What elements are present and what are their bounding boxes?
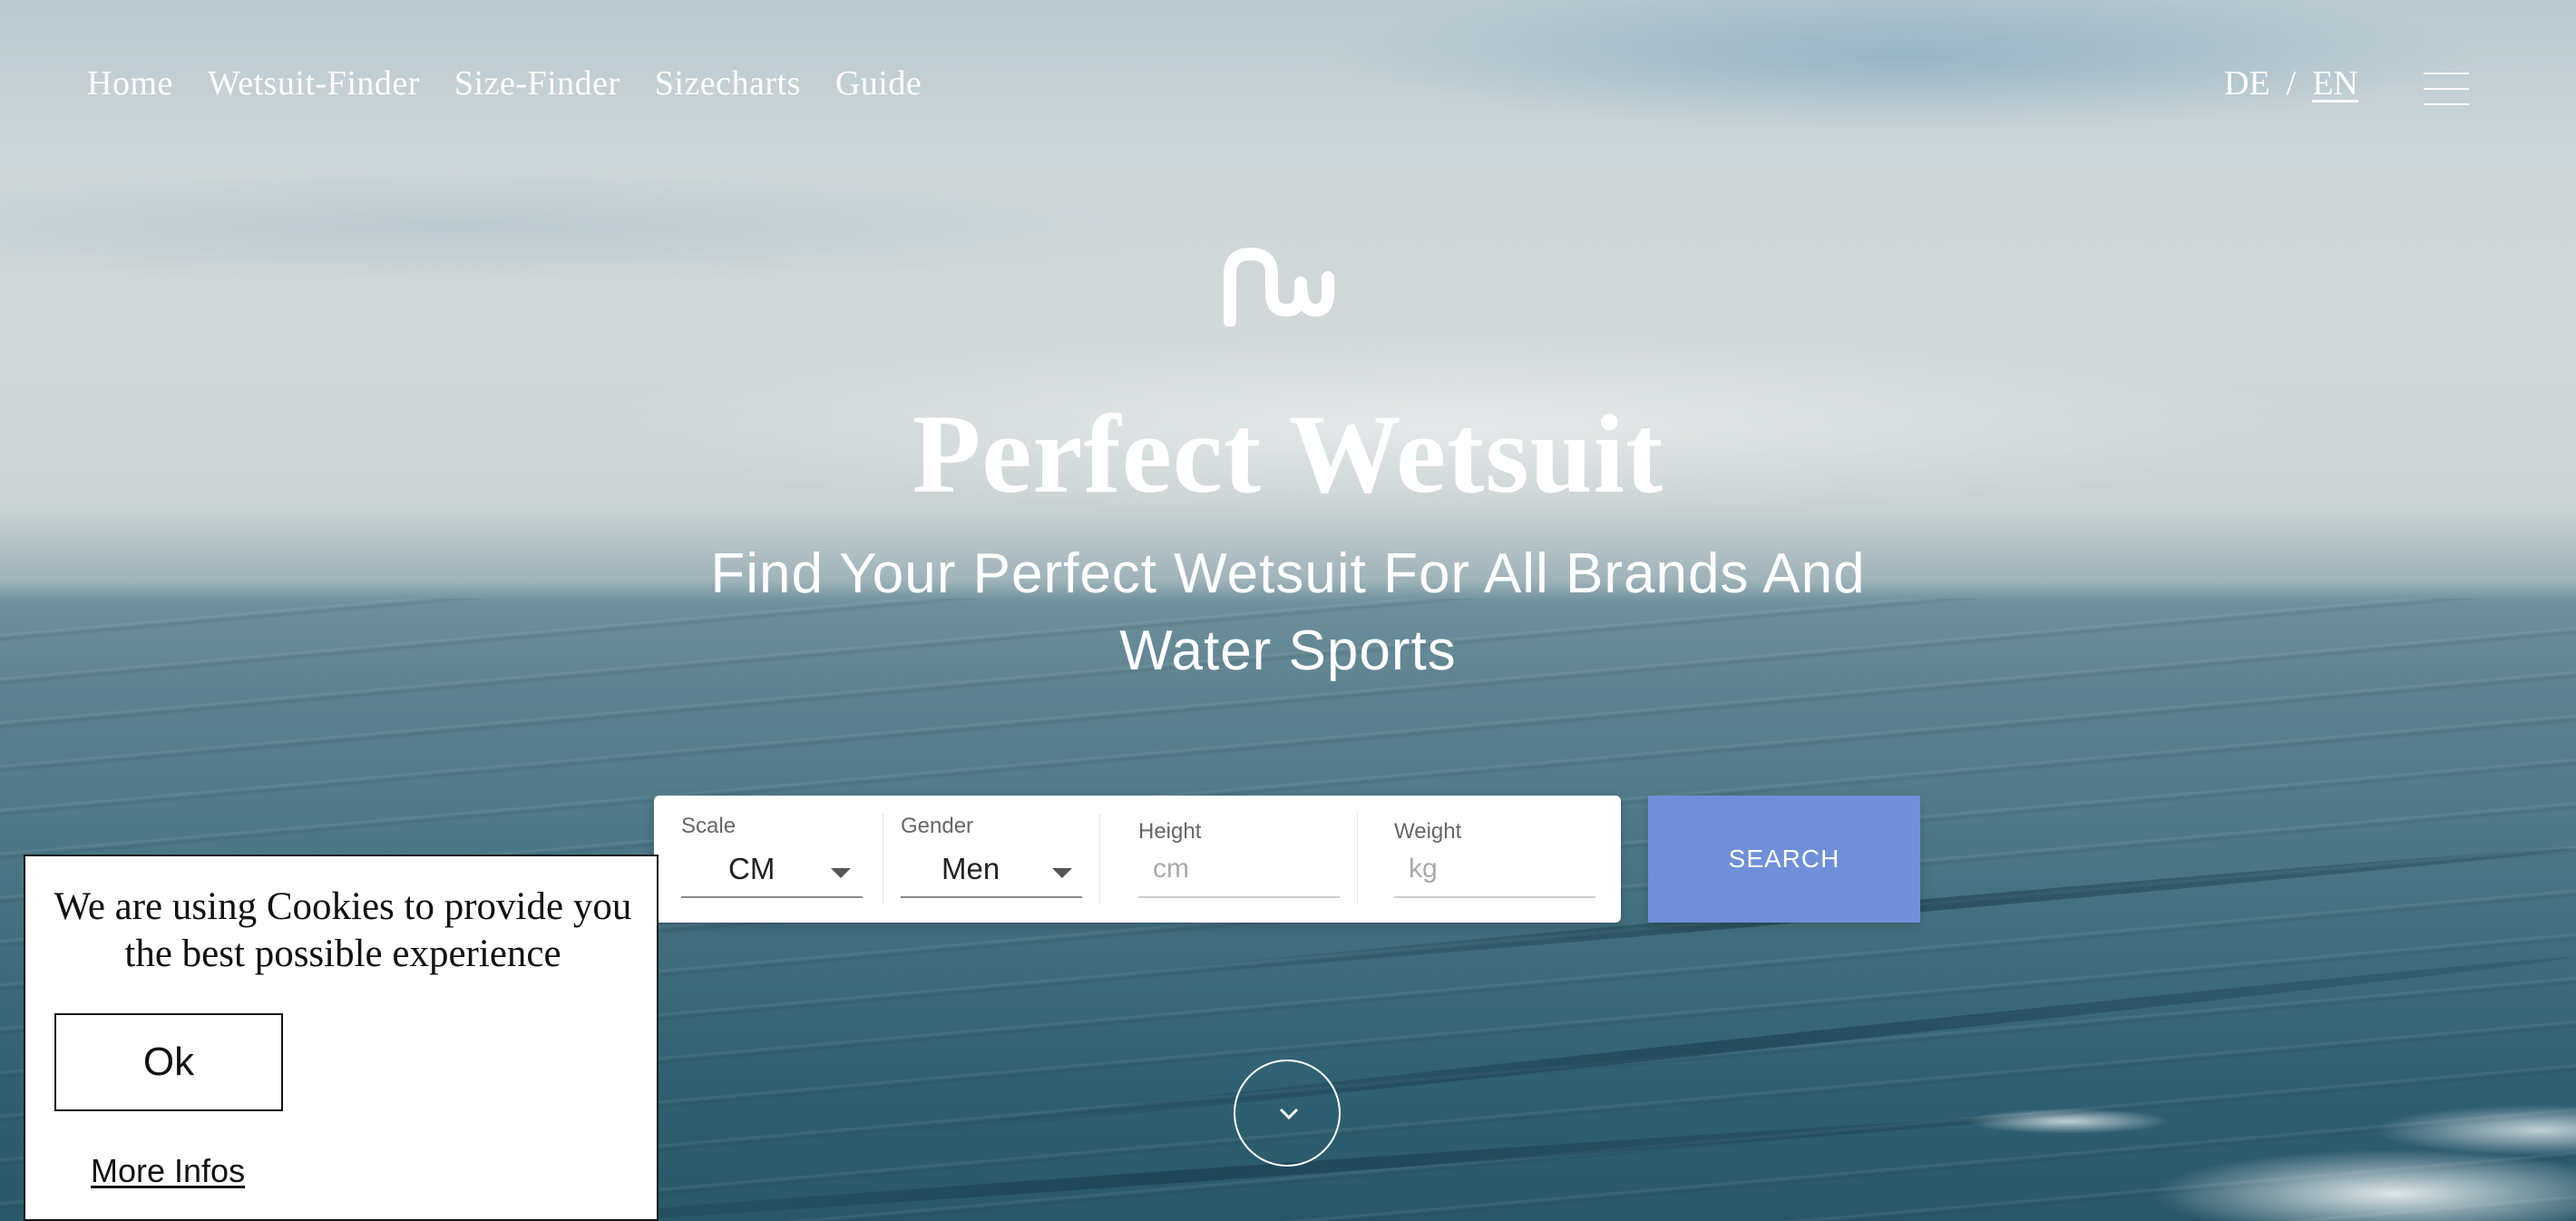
nav-size-finder[interactable]: Size-Finder xyxy=(454,63,620,103)
chevron-down-icon xyxy=(1052,868,1072,878)
wetsuit-search-form: Scale CM Gender Men Height cm Weight kg xyxy=(654,796,1621,923)
chevron-down-icon xyxy=(831,868,851,878)
cookie-banner: We are using Cookies to provide you the … xyxy=(24,855,659,1221)
scale-value: CM xyxy=(728,852,776,885)
divider xyxy=(1357,814,1358,904)
divider xyxy=(1099,814,1100,904)
page-subtitle: Find Your Perfect Wetsuit For All Brands… xyxy=(710,542,1866,682)
weight-input[interactable]: Weight kg xyxy=(1394,796,1595,923)
scale-select[interactable]: Scale CM xyxy=(681,796,863,923)
height-label: Height xyxy=(1138,819,1202,844)
wave-foam xyxy=(1887,1076,2576,1221)
gender-underline xyxy=(901,896,1082,898)
nw-logo xyxy=(1224,248,1334,327)
nav-guide[interactable]: Guide xyxy=(835,63,922,103)
search-button[interactable]: SEARCH xyxy=(1648,796,1920,923)
height-placeholder: cm xyxy=(1153,854,1189,884)
weight-placeholder: kg xyxy=(1409,854,1438,884)
main-nav: Home Wetsuit-Finder Size-Finder Sizechar… xyxy=(87,63,922,103)
language-switcher: DE / EN xyxy=(2224,63,2358,103)
gender-value: Men xyxy=(942,852,1000,885)
chevron-down-icon xyxy=(1279,1108,1299,1120)
language-de[interactable]: DE xyxy=(2224,63,2270,103)
language-en[interactable]: EN xyxy=(2312,63,2358,103)
cookie-more-infos-link[interactable]: More Infos xyxy=(91,1152,245,1190)
hamburger-menu-icon[interactable] xyxy=(2424,73,2469,105)
scale-underline xyxy=(681,896,863,898)
height-underline xyxy=(1138,896,1340,898)
cookie-ok-button[interactable]: Ok xyxy=(54,1013,283,1111)
weight-underline xyxy=(1394,896,1595,898)
gender-select[interactable]: Gender Men xyxy=(901,796,1082,923)
language-separator: / xyxy=(2286,64,2297,103)
gender-label: Gender xyxy=(901,814,974,838)
weight-label: Weight xyxy=(1394,819,1462,844)
cookie-message: We are using Cookies to provide you the … xyxy=(54,885,632,975)
nav-sizecharts[interactable]: Sizecharts xyxy=(655,63,801,103)
scroll-down-button[interactable] xyxy=(1234,1060,1341,1167)
nav-wetsuit-finder[interactable]: Wetsuit-Finder xyxy=(208,63,420,103)
height-input[interactable]: Height cm xyxy=(1138,796,1340,923)
nav-home[interactable]: Home xyxy=(87,63,173,103)
page-title: Perfect Wetsuit xyxy=(912,392,1664,516)
scale-label: Scale xyxy=(681,814,737,838)
